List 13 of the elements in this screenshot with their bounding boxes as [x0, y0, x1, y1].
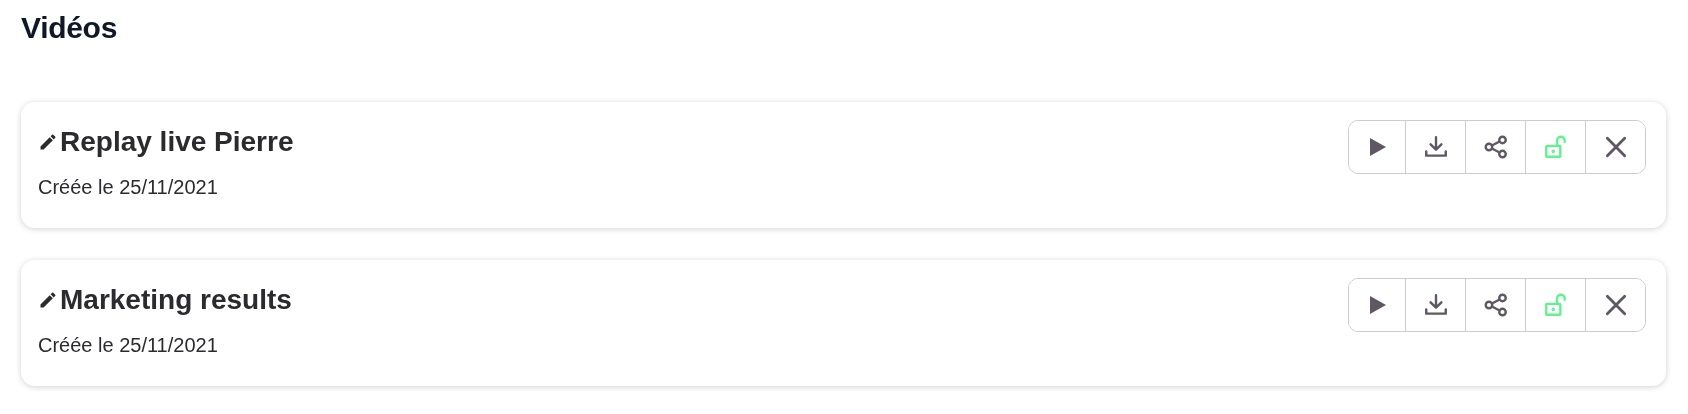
download-icon — [1422, 134, 1449, 160]
creation-date: Créée le 25/11/2021 — [38, 176, 219, 199]
pencil-icon[interactable] — [38, 132, 58, 152]
video-title: Replay live Pierre — [60, 126, 294, 158]
page-title: Vidéos — [21, 10, 119, 46]
creation-date: Créée le 25/11/2021 — [38, 334, 219, 357]
video-title: Marketing results — [60, 284, 292, 316]
delete-button[interactable] — [1585, 279, 1645, 331]
delete-button[interactable] — [1585, 121, 1645, 173]
share-icon — [1482, 134, 1509, 160]
pencil-icon[interactable] — [38, 290, 58, 310]
download-icon — [1422, 292, 1449, 318]
share-icon — [1482, 292, 1509, 318]
